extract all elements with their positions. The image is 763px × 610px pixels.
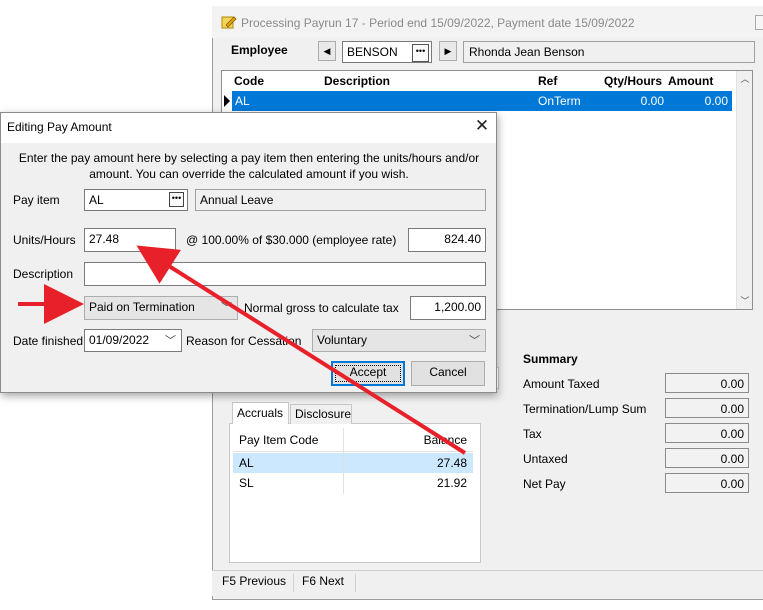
annotation-arrows [18,245,467,455]
arrow-to-units-field [136,245,467,455]
